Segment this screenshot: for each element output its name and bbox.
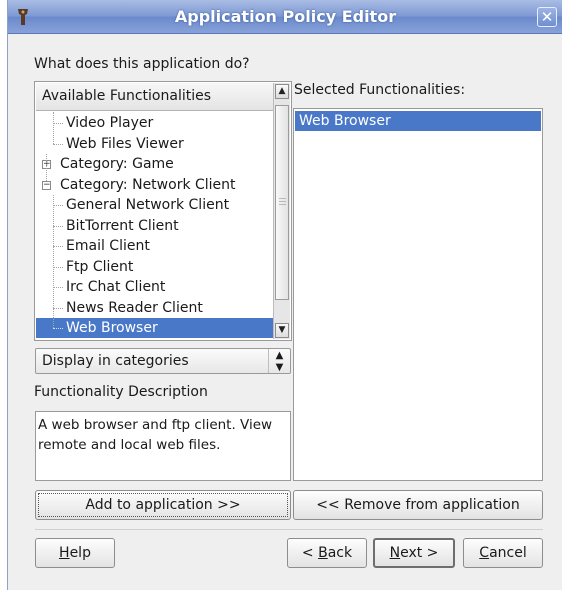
tree-item[interactable]: Web Browser	[36, 318, 273, 338]
tree-item[interactable]: Category: Game +	[36, 154, 273, 174]
collapse-icon[interactable]: −	[42, 180, 51, 190]
tree-item[interactable]: BitTorrent Client	[36, 216, 273, 236]
tree-item-label: Category: Network Client	[60, 176, 236, 193]
tree-item-label: Email Client	[66, 238, 150, 254]
next-button[interactable]: Next >	[373, 538, 455, 568]
tree-item[interactable]: Irc Chat Client	[36, 277, 273, 297]
title-bar[interactable]: Application Policy Editor ✕	[8, 0, 562, 34]
tree-scrollbar[interactable]: ▲ ▼	[273, 83, 290, 339]
tree-body: Video Player Web Files Viewer Category: Ga…	[36, 112, 273, 339]
question-label: What does this application do?	[34, 56, 250, 72]
window-title: Application Policy Editor	[174, 7, 397, 26]
updown-arrow-icon: ▲ ▼	[268, 349, 290, 373]
display-mode-value: Display in categories	[42, 353, 189, 369]
tree-guide-line	[53, 195, 54, 328]
display-mode-select[interactable]: Display in categories ▲ ▼	[35, 348, 291, 374]
add-to-application-button[interactable]: Add to application >>	[35, 490, 291, 520]
policy-editor-window: Application Policy Editor ✕ What does th…	[7, 0, 562, 590]
scroll-up-icon[interactable]: ▲	[275, 84, 289, 99]
tree-item[interactable]: Ftp Client	[36, 257, 273, 277]
help-button[interactable]: Help	[35, 538, 115, 568]
back-button[interactable]: < Back	[287, 538, 367, 568]
tree-item[interactable]: General Network Client	[36, 195, 273, 215]
available-functionalities-tree[interactable]: Available Functionalities Video Player We…	[34, 81, 292, 341]
description-label: Functionality Description	[34, 384, 208, 400]
scroll-thumb[interactable]	[275, 105, 289, 300]
tree-item-label: Category: Game	[60, 156, 174, 172]
tree-item-label: Ftp Client	[66, 258, 134, 275]
tree-item[interactable]: Video Player	[36, 113, 273, 133]
tree-item-label: News Reader Client	[66, 299, 203, 316]
tree-item[interactable]: Web Files Viewer	[36, 134, 273, 154]
selected-functionalities-list[interactable]: Web Browser	[293, 108, 543, 481]
separator	[35, 529, 543, 530]
selected-label: Selected Functionalities:	[294, 82, 466, 98]
remove-from-application-button[interactable]: << Remove from application	[293, 490, 543, 520]
tree-item-label: BitTorrent Client	[66, 217, 179, 234]
tree-item-label: General Network Client	[66, 197, 230, 213]
tree-column-header[interactable]: Available Functionalities	[36, 83, 273, 111]
description-text: A web browser and ftp client. View remot…	[35, 411, 291, 481]
tree-item-label: Video Player	[66, 115, 154, 131]
tree-item-label: Web Browser	[66, 320, 158, 336]
list-item[interactable]: Web Browser	[295, 111, 541, 131]
cancel-button[interactable]: Cancel	[463, 538, 543, 568]
tree-item-label: Irc Chat Client	[66, 279, 166, 295]
tree-item[interactable]: Email Client	[36, 236, 273, 256]
tree-guide-line	[46, 154, 47, 181]
tree-item[interactable]: Category: Network Client −	[36, 175, 273, 195]
scroll-down-icon[interactable]: ▼	[275, 323, 289, 338]
tree-item[interactable]: News Reader Client	[36, 298, 273, 318]
tree-guide-line	[53, 112, 54, 144]
tree-item-label: Web Files Viewer	[66, 135, 184, 152]
close-icon[interactable]: ✕	[537, 7, 557, 27]
